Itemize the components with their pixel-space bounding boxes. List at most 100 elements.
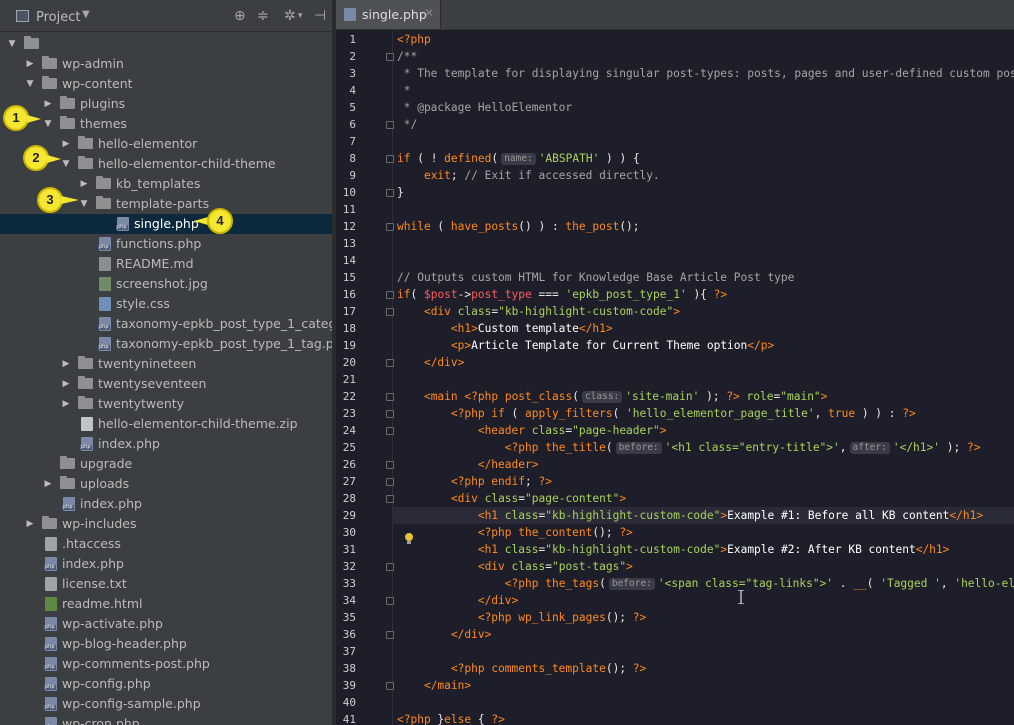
collapsed-arrow-icon[interactable]: ▶ xyxy=(24,54,36,74)
code-line[interactable]: * The template for displaying singular p… xyxy=(397,65,1014,82)
collapsed-arrow-icon[interactable]: ▶ xyxy=(42,94,54,114)
fold-marker-icon[interactable] xyxy=(386,495,394,503)
fold-marker-icon[interactable] xyxy=(386,189,394,197)
fold-marker-icon[interactable] xyxy=(386,631,394,639)
code-line[interactable]: exit; // Exit if accessed directly. xyxy=(397,167,660,184)
fold-marker-icon[interactable] xyxy=(386,682,394,690)
fold-marker-icon[interactable] xyxy=(386,410,394,418)
collapsed-arrow-icon[interactable]: ▶ xyxy=(60,354,72,374)
fold-marker-icon[interactable] xyxy=(386,121,394,129)
code-line[interactable]: // Outputs custom HTML for Knowledge Bas… xyxy=(397,269,794,286)
collapsed-arrow-icon[interactable]: ▶ xyxy=(78,174,90,194)
code-area[interactable]: 1 2 3 4 5 6 7 8 9 10 11 12 13 14 15 16 17 18 19 20 21 22 23 24 2… xyxy=(336,30,1014,725)
tree-file-row[interactable]: php functions.php xyxy=(0,234,332,254)
fold-marker-icon[interactable] xyxy=(386,478,394,486)
fold-marker-icon[interactable] xyxy=(386,393,394,401)
expanded-arrow-icon[interactable]: ▼ xyxy=(42,114,54,134)
tree-file-row[interactable]: php index.php xyxy=(0,554,332,574)
code-line[interactable]: <?php the_content(); ?> xyxy=(397,524,633,541)
tree-file-row[interactable]: php wp-activate.php xyxy=(0,614,332,634)
code-line[interactable]: <header class="page-header"> xyxy=(397,422,667,439)
code-line[interactable]: <h1 class="kb-highlight-custom-code">Exa… xyxy=(393,507,1014,524)
tree-folder-row[interactable]: ▶ twentyseventeen xyxy=(0,374,332,394)
fold-marker-icon[interactable] xyxy=(386,461,394,469)
code-line[interactable]: </div> xyxy=(397,592,518,609)
tree-folder-row[interactable]: ▼ wp-content xyxy=(0,74,332,94)
expanded-arrow-icon[interactable]: ▼ xyxy=(78,194,90,214)
fold-marker-icon[interactable] xyxy=(386,53,394,61)
hide-panel-icon[interactable]: ⊣ xyxy=(314,8,326,24)
code-line[interactable]: <div class="post-tags"> xyxy=(397,558,633,575)
code-line[interactable]: if ( ! defined(name: 'ABSPATH' ) ) { xyxy=(397,150,640,167)
tree-file-row[interactable]: php wp-cron.php xyxy=(0,714,332,725)
code-line[interactable]: <?php }else { ?> xyxy=(397,711,505,725)
fold-marker-icon[interactable] xyxy=(386,223,394,231)
collapsed-arrow-icon[interactable]: ▶ xyxy=(60,374,72,394)
tree-file-row[interactable]: php wp-config-sample.php xyxy=(0,694,332,714)
tree-file-row[interactable]: php index.php xyxy=(0,494,332,514)
code-line[interactable]: <?php endif; ?> xyxy=(397,473,552,490)
tree-folder-row[interactable]: ▶ hello-elementor xyxy=(0,134,332,154)
code-line[interactable]: } xyxy=(397,184,404,201)
fold-marker-icon[interactable] xyxy=(386,155,394,163)
lightbulb-icon[interactable] xyxy=(404,533,414,545)
tree-file-row[interactable]: php taxonomy-epkb_post_type_1_category.ph… xyxy=(0,314,332,334)
tree-folder-row[interactable]: upgrade xyxy=(0,454,332,474)
code-line[interactable]: /** xyxy=(397,48,417,65)
code-line[interactable]: if( $post->post_type === 'epkb_post_type… xyxy=(397,286,727,303)
code-line[interactable]: <div class="kb-highlight-custom-code"> xyxy=(397,303,680,320)
collapsed-arrow-icon[interactable]: ▶ xyxy=(24,514,36,534)
code-line[interactable]: */ xyxy=(397,116,417,133)
code-line[interactable]: <h1 class="kb-highlight-custom-code">Exa… xyxy=(397,541,950,558)
code-line[interactable]: </div> xyxy=(397,626,491,643)
tree-file-row[interactable]: license.txt xyxy=(0,574,332,594)
code-line[interactable]: <?php comments_template(); ?> xyxy=(397,660,646,677)
project-panel-title[interactable]: Project xyxy=(36,10,80,25)
tree-file-row[interactable]: hello-elementor-child-theme.zip xyxy=(0,414,332,434)
gear-icon[interactable]: ✲ xyxy=(284,8,296,24)
chevron-down-icon[interactable]: ▼ xyxy=(82,9,90,20)
tree-file-row[interactable]: screenshot.jpg xyxy=(0,274,332,294)
tree-file-row[interactable]: php taxonomy-epkb_post_type_1_tag.php xyxy=(0,334,332,354)
tab-single-php[interactable]: single.php ✕ xyxy=(336,0,441,29)
tree-file-row[interactable]: php wp-comments-post.php xyxy=(0,654,332,674)
code-line[interactable]: * xyxy=(397,82,411,99)
tree-folder-row[interactable]: ▶ wp-includes xyxy=(0,514,332,534)
tree-file-row[interactable]: style.css xyxy=(0,294,332,314)
code-line[interactable]: </main> xyxy=(397,677,471,694)
code-line[interactable]: <?php if ( apply_filters( 'hello_element… xyxy=(397,405,916,422)
tree-file-row[interactable]: README.md xyxy=(0,254,332,274)
code-line[interactable]: * @package HelloElementor xyxy=(397,99,572,116)
tree-folder-row[interactable]: ▶ plugins xyxy=(0,94,332,114)
fold-marker-icon[interactable] xyxy=(386,563,394,571)
code-line[interactable]: </div> xyxy=(397,354,464,371)
code-line[interactable]: while ( have_posts() ) : the_post(); xyxy=(397,218,640,235)
tree-file-row[interactable]: readme.html xyxy=(0,594,332,614)
code-line[interactable]: <main <?php post_class(class:'site-main'… xyxy=(397,388,827,405)
code-line[interactable]: <?php xyxy=(397,31,431,48)
expanded-arrow-icon[interactable]: ▼ xyxy=(60,154,72,174)
tree-folder-row[interactable]: ▼ xyxy=(0,34,332,54)
tree-folder-row[interactable]: ▶ uploads xyxy=(0,474,332,494)
fold-marker-icon[interactable] xyxy=(386,427,394,435)
code-line[interactable]: </header> xyxy=(397,456,539,473)
code-line[interactable]: <div class="page-content"> xyxy=(397,490,626,507)
tree-file-row[interactable]: php wp-config.php xyxy=(0,674,332,694)
gear-dropdown-icon[interactable]: ▾ xyxy=(298,11,303,21)
fold-marker-icon[interactable] xyxy=(386,359,394,367)
code-line[interactable]: <h1>Custom template</h1> xyxy=(397,320,613,337)
close-icon[interactable]: ✕ xyxy=(424,6,434,20)
expanded-arrow-icon[interactable]: ▼ xyxy=(6,34,18,54)
collapsed-arrow-icon[interactable]: ▶ xyxy=(42,474,54,494)
code-line[interactable]: <?php the_title(before: '<h1 class="entry… xyxy=(397,439,980,456)
fold-marker-icon[interactable] xyxy=(386,597,394,605)
code-line[interactable]: <?php the_tags(before: '<span class="tag-… xyxy=(397,575,1014,592)
tree-file-row[interactable]: php wp-blog-header.php xyxy=(0,634,332,654)
tree-folder-row[interactable]: ▶ twentytwenty xyxy=(0,394,332,414)
tree-folder-row[interactable]: ▶ twentynineteen xyxy=(0,354,332,374)
expanded-arrow-icon[interactable]: ▼ xyxy=(24,74,36,94)
code-line[interactable]: <?php wp_link_pages(); ?> xyxy=(397,609,646,626)
collapse-all-icon[interactable]: ≑ xyxy=(257,8,269,24)
fold-marker-icon[interactable] xyxy=(386,291,394,299)
fold-marker-icon[interactable] xyxy=(386,308,394,316)
